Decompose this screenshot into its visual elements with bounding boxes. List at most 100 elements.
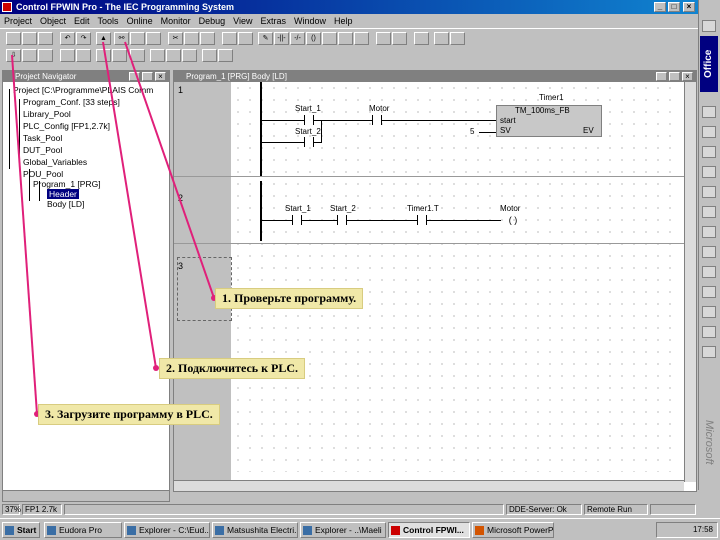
upload-icon[interactable] — [22, 49, 37, 62]
contact-timer-t[interactable] — [417, 215, 427, 225]
office-binder-icon[interactable] — [702, 206, 716, 218]
tree-item-program-1[interactable]: Program_1 [PRG] — [33, 179, 101, 189]
pencil-icon[interactable]: ✎ — [258, 32, 273, 45]
nav-minimize-button[interactable] — [129, 72, 140, 81]
contact-nc-icon[interactable]: -/- — [290, 32, 305, 45]
office-journal-icon[interactable] — [702, 326, 716, 338]
nav-maximize-button[interactable] — [142, 72, 153, 81]
format-icon[interactable] — [96, 49, 111, 62]
paste-icon[interactable] — [200, 32, 215, 45]
plc-status-icon[interactable] — [38, 49, 53, 62]
columns-icon[interactable] — [150, 49, 165, 62]
open-icon[interactable] — [22, 32, 37, 45]
office-mail-icon[interactable] — [702, 266, 716, 278]
menu-help[interactable]: Help — [330, 14, 357, 28]
menu-project[interactable]: Project — [0, 14, 36, 28]
office-menu-icon[interactable] — [702, 20, 716, 32]
office-powerpoint-icon[interactable] — [702, 166, 716, 178]
task-powerpoint[interactable]: Microsoft PowerP... — [472, 522, 554, 538]
tree-item-global-variables[interactable]: Global_Variables — [23, 157, 87, 167]
cut-icon[interactable]: ✂ — [168, 32, 183, 45]
office-excel-icon[interactable] — [702, 146, 716, 158]
tree-item-pou-pool[interactable]: POU_Pool — [23, 169, 63, 179]
window-tile-icon[interactable] — [202, 49, 217, 62]
editor-vertical-scrollbar[interactable] — [684, 82, 696, 482]
task-explorer-eud[interactable]: Explorer - C:\Eud... — [124, 522, 210, 538]
download-to-plc-icon[interactable]: ⇩ — [6, 49, 21, 62]
task-control-fpwin[interactable]: Control FPWI... — [388, 522, 470, 538]
table-icon[interactable] — [130, 49, 145, 62]
editor-maximize-button[interactable] — [669, 72, 680, 81]
variable-icon[interactable] — [414, 32, 429, 45]
menu-online[interactable]: Online — [123, 14, 157, 28]
task-eudora[interactable]: Eudora Pro — [44, 522, 122, 538]
tree-item-project[interactable]: Project [C:\Programme\PLAIS Comm — [13, 85, 153, 95]
coil-icon[interactable]: () — [306, 32, 321, 45]
tree-item-header[interactable]: Header — [47, 189, 79, 199]
tree-item-dut-pool[interactable]: DUT_Pool — [23, 145, 62, 155]
office-note-icon[interactable] — [702, 286, 716, 298]
office-word-icon[interactable] — [702, 126, 716, 138]
office-calendar-icon[interactable] — [702, 246, 716, 258]
line-icon[interactable] — [376, 32, 391, 45]
editor-close-button[interactable]: × — [682, 72, 693, 81]
tree-item-task-pool[interactable]: Task_Pool — [23, 133, 62, 143]
menu-edit[interactable]: Edit — [70, 14, 94, 28]
minimize-button[interactable]: _ — [654, 2, 666, 12]
menu-object[interactable]: Object — [36, 14, 70, 28]
tree-item-program-conf[interactable]: Program_Conf. [33 steps] — [23, 97, 120, 107]
contact-no-icon[interactable]: -||- — [274, 32, 289, 45]
task-explorer-maeli[interactable]: Explorer - ..\Maeli — [300, 522, 386, 538]
copy-icon[interactable] — [184, 32, 199, 45]
start-button[interactable]: Start — [2, 522, 40, 538]
contact-start-1-rung2[interactable] — [292, 215, 302, 225]
contact-start-2[interactable] — [304, 137, 314, 147]
monitor-icon[interactable] — [130, 32, 145, 45]
task-matsushita[interactable]: Matsushita Electri... — [212, 522, 298, 538]
office-doc-icon[interactable] — [702, 106, 716, 118]
split-icon[interactable] — [182, 49, 197, 62]
contact-start-1[interactable] — [304, 115, 314, 125]
menu-extras[interactable]: Extras — [256, 14, 290, 28]
menu-debug[interactable]: Debug — [195, 14, 230, 28]
ladder-grid[interactable] — [232, 82, 680, 472]
zoom-icon[interactable] — [434, 32, 449, 45]
redo-icon[interactable]: ↷ — [76, 32, 91, 45]
editor-horizontal-scrollbar[interactable] — [174, 480, 684, 491]
office-web-icon[interactable] — [702, 346, 716, 358]
tree-item-plc-config[interactable]: PLC_Config [FP1,2.7k] — [23, 121, 110, 131]
tree-item-body[interactable]: Body [LD] — [47, 199, 84, 209]
maximize-button[interactable]: □ — [668, 2, 680, 12]
contact-motor-nc[interactable] — [372, 115, 382, 125]
online-connect-icon[interactable]: ⚯ — [114, 32, 129, 45]
office-contact-icon[interactable] — [702, 226, 716, 238]
coil-motor[interactable]: ( ) — [507, 215, 519, 225]
timer-function-block[interactable]: TM_100ms_FB start SV EV — [496, 105, 602, 137]
delete-network-icon[interactable] — [238, 32, 253, 45]
list-icon[interactable] — [112, 49, 127, 62]
undo-icon[interactable]: ↶ — [60, 32, 75, 45]
menu-window[interactable]: Window — [290, 14, 330, 28]
jump-icon[interactable] — [354, 32, 369, 45]
menu-view[interactable]: View — [229, 14, 256, 28]
insert-network-icon[interactable] — [222, 32, 237, 45]
tree-item-library-pool[interactable]: Library_Pool — [23, 109, 71, 119]
coil-negated-icon[interactable] — [322, 32, 337, 45]
office-task-icon[interactable] — [702, 306, 716, 318]
grid-icon[interactable] — [450, 32, 465, 45]
compile-check-icon[interactable]: ▲ — [96, 32, 111, 45]
close-button[interactable]: × — [683, 2, 695, 12]
save-icon[interactable] — [38, 32, 53, 45]
office-access-icon[interactable] — [702, 186, 716, 198]
window-cascade-icon[interactable] — [218, 49, 233, 62]
new-icon[interactable] — [6, 32, 21, 45]
menu-tools[interactable]: Tools — [94, 14, 123, 28]
contact-start-2-rung2[interactable] — [337, 215, 347, 225]
menu-monitor[interactable]: Monitor — [157, 14, 195, 28]
build-icon[interactable] — [146, 32, 161, 45]
branch-icon[interactable] — [392, 32, 407, 45]
align-center-icon[interactable] — [76, 49, 91, 62]
rows-icon[interactable] — [166, 49, 181, 62]
align-left-icon[interactable] — [60, 49, 75, 62]
nav-close-button[interactable]: × — [155, 72, 166, 81]
